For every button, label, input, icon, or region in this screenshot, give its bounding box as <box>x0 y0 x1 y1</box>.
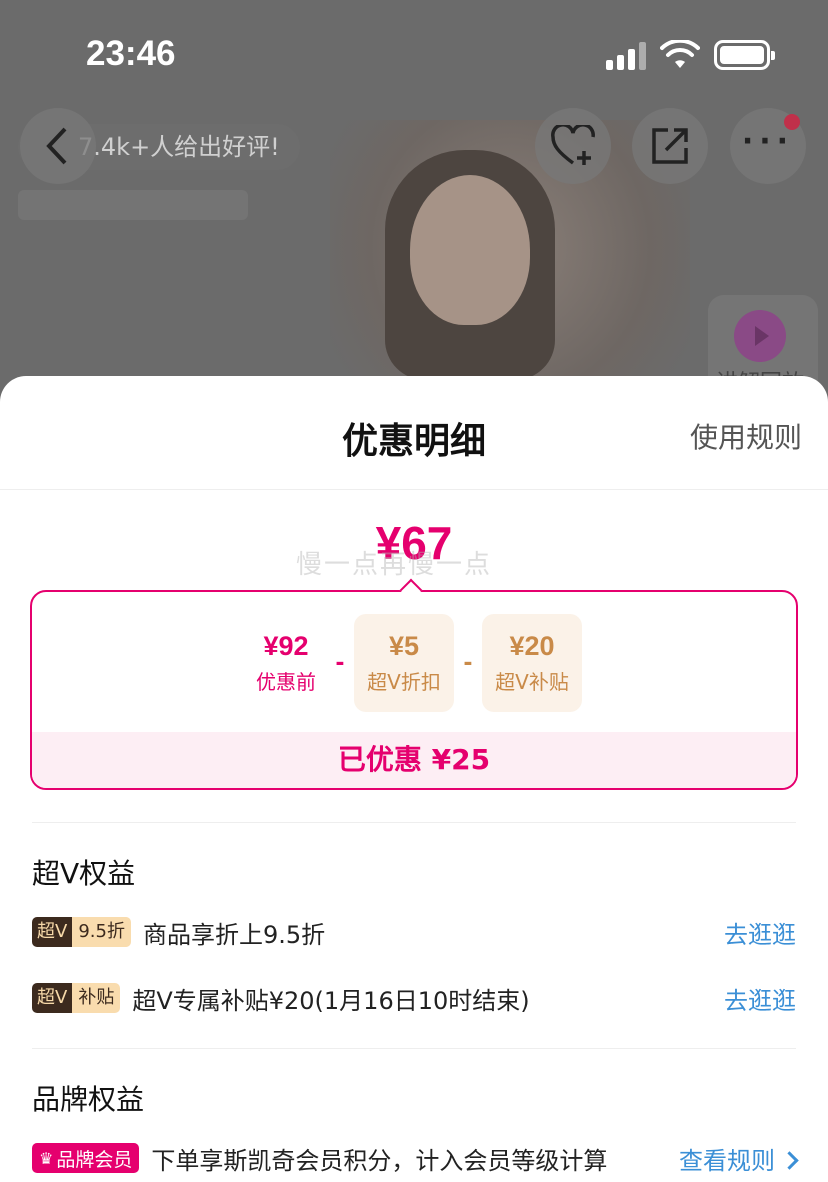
super-v-tag: 超V 9.5折 <box>32 917 131 947</box>
subsidy-amount: ¥20 <box>509 631 555 661</box>
chevron-right-icon <box>780 1150 799 1170</box>
usage-rules-link[interactable]: 使用规则 <box>690 416 802 456</box>
benefit-row-discount: 超V 9.5折 商品享折上9.5折 去逛逛 <box>32 912 796 952</box>
watermark-text: 慢一点再慢一点 <box>296 550 493 580</box>
divider <box>32 822 796 823</box>
tag-main: 超V <box>32 983 73 1013</box>
review-sub-placeholder <box>18 190 248 220</box>
discount-item: ¥5 超V折扣 <box>354 614 454 712</box>
status-bar: 23:46 <box>0 0 828 100</box>
share-icon <box>652 128 688 164</box>
tag-main: 超V <box>32 917 73 947</box>
sheet-header: 优惠明细 使用规则 <box>0 376 828 490</box>
tag-sub: 补贴 <box>72 983 121 1013</box>
original-price-amount: ¥92 <box>263 631 309 661</box>
product-photo-face <box>410 175 530 325</box>
discount-label: 超V折扣 <box>367 670 441 694</box>
favorite-button[interactable] <box>535 108 611 184</box>
original-price: ¥92 优惠前 <box>246 614 326 712</box>
minus-sign: - <box>463 650 473 676</box>
super-v-tag: 超V 补贴 <box>32 983 121 1013</box>
subsidy-label: 超V补贴 <box>495 670 569 694</box>
super-v-section-title: 超V权益 <box>32 857 136 890</box>
crown-icon: ♛ <box>39 1148 54 1168</box>
share-button[interactable] <box>632 108 708 184</box>
battery-icon <box>714 40 775 70</box>
back-button[interactable] <box>20 108 96 184</box>
heart-plus-icon <box>551 125 595 165</box>
tag-sub: 9.5折 <box>72 917 131 947</box>
go-shopping-link[interactable]: 去逛逛 <box>724 981 796 1016</box>
play-icon[interactable] <box>734 310 786 362</box>
price-calculation-box: ¥92 优惠前 - ¥5 超V折扣 - ¥20 超V补贴 已优惠 ¥25 <box>30 590 798 790</box>
discount-amount: ¥5 <box>388 631 420 661</box>
total-saved: 已优惠 ¥25 <box>32 732 796 788</box>
benefit-text: 超V专属补贴¥20(1月16日10时结束) <box>132 986 530 1015</box>
brand-member-tag: ♛ 品牌会员 <box>32 1143 140 1173</box>
wifi-icon <box>660 40 700 68</box>
brand-tag-label: 品牌会员 <box>56 1148 133 1171</box>
status-time: 23:46 <box>86 34 176 73</box>
price-formula: ¥92 优惠前 - ¥5 超V折扣 - ¥20 超V补贴 <box>32 614 796 712</box>
view-rules-link[interactable]: 查看规则 <box>679 1141 799 1176</box>
chevron-left-icon <box>46 127 67 165</box>
benefit-row-brand: ♛ 品牌会员 下单享斯凯奇会员积分，计入会员等级计算 查看规则 <box>32 1138 799 1178</box>
benefit-row-subsidy: 超V 补贴 超V专属补贴¥20(1月16日10时结束) 去逛逛 <box>32 978 796 1018</box>
benefit-text: 商品享折上9.5折 <box>142 920 326 949</box>
divider <box>32 1048 796 1049</box>
brand-section-title: 品牌权益 <box>32 1083 145 1116</box>
view-rules-label: 查看规则 <box>679 1146 775 1175</box>
more-dots-icon: ··· <box>741 123 795 159</box>
signal-icon <box>606 42 648 70</box>
subsidy-item: ¥20 超V补贴 <box>482 614 582 712</box>
notification-dot <box>784 114 800 130</box>
minus-sign: - <box>335 650 345 676</box>
original-price-label: 优惠前 <box>256 670 316 694</box>
more-button[interactable]: ··· <box>730 108 806 184</box>
benefit-text: 下单享斯凯奇会员积分，计入会员等级计算 <box>151 1146 608 1175</box>
discount-detail-sheet: 优惠明细 使用规则 ¥67 慢一点再慢一点 ¥92 优惠前 - ¥5 超V折扣 … <box>0 376 828 1182</box>
go-shopping-link[interactable]: 去逛逛 <box>724 915 796 950</box>
